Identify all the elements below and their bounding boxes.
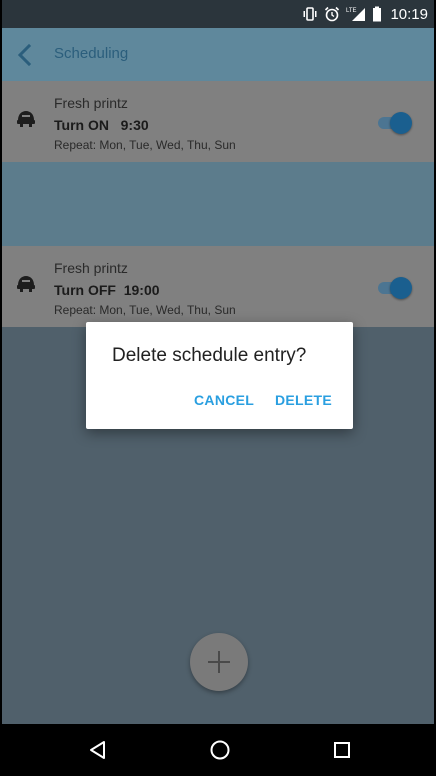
- schedule-card[interactable]: Fresh printz Turn ON 9:30 Repeat: Mon, T…: [2, 81, 434, 162]
- delete-button[interactable]: DELETE: [275, 392, 332, 408]
- alarm-icon: [325, 6, 340, 22]
- air-purifier-icon: [17, 111, 35, 127]
- schedule-repeat: Repeat: Mon, Tue, Wed, Thu, Sun: [54, 303, 236, 317]
- status-icons: LTE 10:19: [302, 4, 428, 24]
- schedule-toggle[interactable]: [378, 277, 412, 299]
- delete-dialog: Delete schedule entry? CANCEL DELETE: [86, 322, 353, 429]
- cancel-button[interactable]: CANCEL: [194, 392, 254, 408]
- plus-icon: [208, 651, 230, 673]
- dialog-title: Delete schedule entry?: [112, 345, 307, 366]
- nav-recents-button[interactable]: [328, 736, 356, 764]
- schedule-action: Turn ON 9:30: [54, 117, 149, 133]
- back-button[interactable]: [10, 40, 40, 70]
- app-bar: Scheduling: [2, 28, 434, 81]
- battery-icon: [373, 6, 382, 22]
- nav-back-button[interactable]: [84, 736, 112, 764]
- toggle-thumb: [390, 112, 412, 134]
- chevron-left-icon: [17, 44, 32, 66]
- system-nav-bar: [2, 724, 434, 776]
- status-time: 10:19: [390, 5, 428, 23]
- vibrate-icon: [303, 7, 317, 21]
- nav-home-button[interactable]: [206, 736, 234, 764]
- device-name: Fresh printz: [54, 95, 128, 111]
- home-circle-icon: [210, 740, 230, 760]
- recents-square-icon: [334, 742, 350, 758]
- lte-label: LTE: [346, 8, 357, 14]
- toggle-thumb: [390, 277, 412, 299]
- page-title: Scheduling: [54, 45, 129, 62]
- device-name: Fresh printz: [54, 260, 128, 276]
- schedule-action: Turn OFF 19:00: [54, 282, 160, 298]
- air-purifier-icon: [17, 276, 35, 292]
- screen: LTE 10:19 Scheduling Fresh printz Turn O…: [2, 0, 434, 776]
- lte-signal-icon: LTE: [346, 8, 366, 21]
- schedule-card[interactable]: Fresh printz Turn OFF 19:00 Repeat: Mon,…: [2, 246, 434, 327]
- schedule-toggle[interactable]: [378, 112, 412, 134]
- status-bar: LTE 10:19: [2, 0, 434, 28]
- back-triangle-icon: [90, 741, 105, 759]
- add-schedule-button[interactable]: [190, 633, 248, 691]
- schedule-repeat: Repeat: Mon, Tue, Wed, Thu, Sun: [54, 138, 236, 152]
